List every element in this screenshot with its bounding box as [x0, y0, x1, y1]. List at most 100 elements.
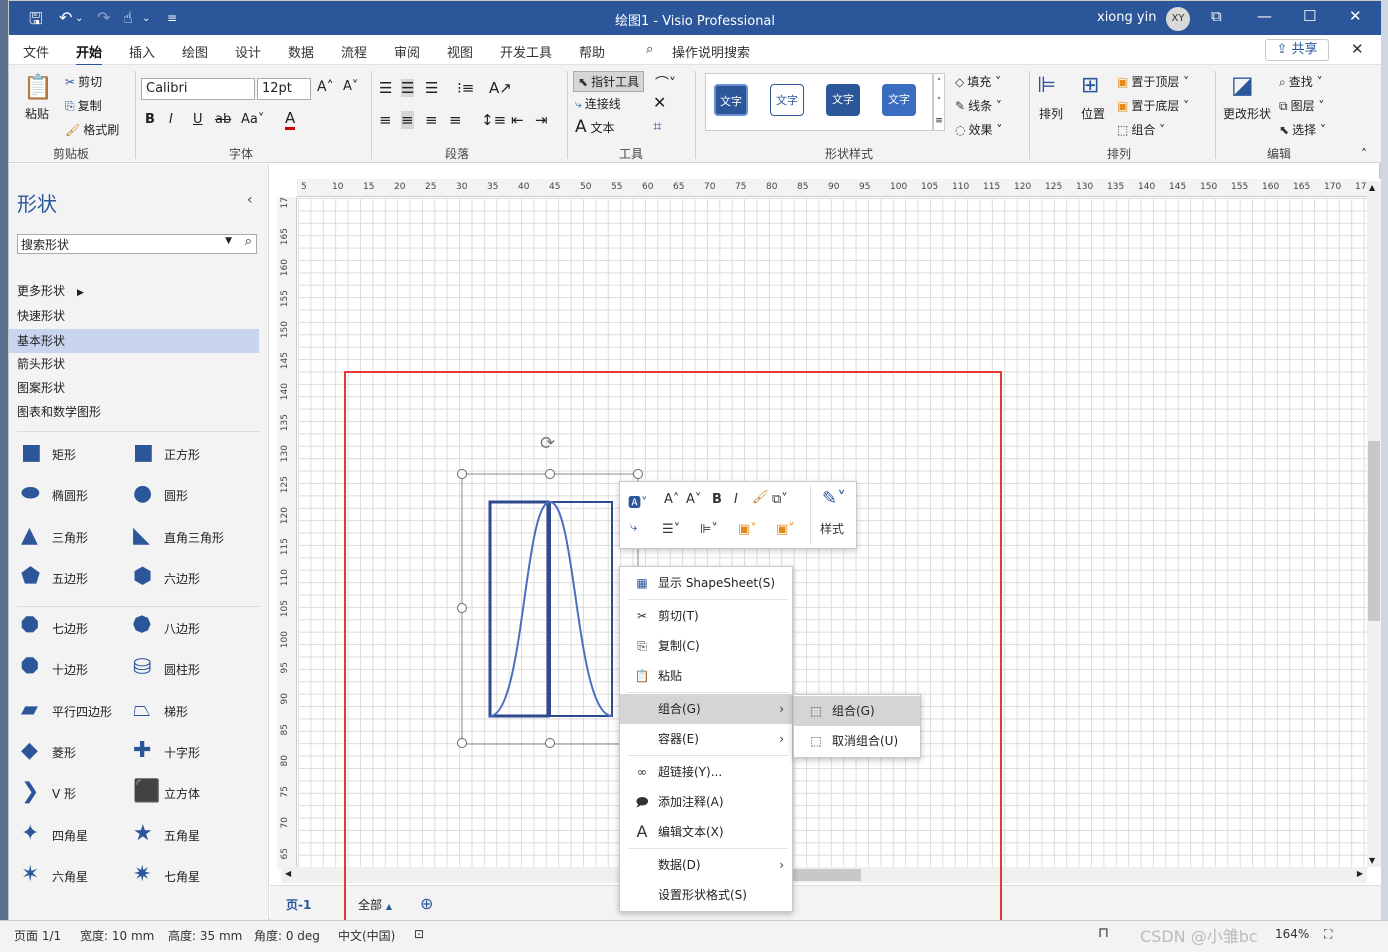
share-button[interactable]: ⇪ 共享: [1265, 39, 1329, 61]
presentation-mode-icon[interactable]: ⊓: [1098, 925, 1109, 941]
search-icon[interactable]: ⌕: [245, 234, 252, 249]
text-direction-icon[interactable]: A↗: [489, 79, 512, 97]
status-language[interactable]: 中文(中国): [338, 927, 395, 944]
line-button[interactable]: ✎ 线条 ˅: [955, 97, 1002, 114]
select-button[interactable]: ⬉ 选择 ˅: [1279, 121, 1326, 138]
category-chart-math-shapes[interactable]: 图表和数学图形: [9, 400, 259, 424]
underline-icon[interactable]: U: [193, 112, 203, 127]
arrange-button[interactable]: 排列: [1039, 105, 1063, 122]
shape-square[interactable]: 正方形: [164, 446, 200, 463]
connection-point-icon[interactable]: ⌒˅: [655, 73, 676, 93]
shape-seven-point-star[interactable]: 七角星: [164, 868, 200, 885]
category-basic-shapes[interactable]: 基本形状: [9, 329, 259, 353]
shape-diamond[interactable]: 菱形: [52, 744, 76, 761]
text-tool-button[interactable]: A 文本: [575, 117, 614, 137]
tab-review[interactable]: 审阅: [394, 42, 420, 61]
shape-four-point-star[interactable]: 四角星: [52, 827, 88, 844]
shape-cylinder[interactable]: 圆柱形: [164, 661, 200, 678]
align-top-icon[interactable]: ☰: [379, 79, 392, 97]
grow-font-icon[interactable]: A˄: [317, 79, 334, 95]
tab-draw[interactable]: 绘图: [182, 42, 208, 61]
shape-octagon[interactable]: 八边形: [164, 620, 200, 637]
align-left-icon[interactable]: ≡: [379, 111, 392, 129]
shape-cross[interactable]: 十字形: [164, 744, 200, 761]
shape-six-point-star[interactable]: 六角星: [52, 868, 88, 885]
decrease-indent-icon[interactable]: ⇤: [511, 111, 524, 129]
tab-process[interactable]: 流程: [341, 42, 367, 61]
shape-triangle[interactable]: 三角形: [52, 529, 88, 546]
shape-heptagon[interactable]: 七边形: [52, 620, 88, 637]
collapse-pane-icon[interactable]: ‹: [247, 192, 253, 208]
scroll-right-icon[interactable]: ▶: [1357, 869, 1363, 878]
minimize-icon[interactable]: —: [1257, 7, 1272, 25]
shape-circle[interactable]: 圆形: [164, 487, 188, 504]
vertical-scrollbar[interactable]: ▲ ▼: [1367, 181, 1381, 867]
tab-data[interactable]: 数据: [288, 42, 314, 61]
fill-button[interactable]: ◇ 填充 ˅: [955, 73, 1001, 90]
search-dropdown-icon[interactable]: ▼: [225, 236, 232, 246]
shape-search-input[interactable]: 搜索形状 ▼ ⌕: [17, 234, 257, 254]
tab-view[interactable]: 视图: [447, 42, 473, 61]
tab-file[interactable]: 文件: [23, 42, 49, 61]
collapse-ribbon-icon[interactable]: ˄: [1361, 147, 1367, 161]
align-bottom-icon[interactable]: ☰: [425, 79, 438, 97]
spacing-icon[interactable]: ↕≡: [481, 111, 506, 129]
shape-five-point-star[interactable]: 五角星: [164, 827, 200, 844]
category-arrow-shapes[interactable]: 箭头形状: [9, 352, 259, 376]
send-back-button[interactable]: ▣ 置于底层 ˅: [1117, 97, 1189, 114]
copy-button[interactable]: ⎘ 复制: [65, 97, 102, 114]
fit-page-icon[interactable]: ⛶: [1324, 927, 1332, 942]
shape-v-shape[interactable]: V 形: [52, 785, 76, 802]
pointer-tool-button[interactable]: ⬉ 指针工具: [573, 71, 645, 92]
italic-icon[interactable]: I: [169, 112, 173, 127]
align-center-icon[interactable]: ≡: [401, 111, 414, 129]
font-color-icon[interactable]: A: [285, 109, 296, 130]
align-shapes-icon[interactable]: ⊫: [1037, 73, 1056, 98]
cut-button[interactable]: ✂ 剪切: [65, 73, 102, 90]
connector-button[interactable]: ⤷ 连接线: [575, 95, 621, 112]
delete-x-icon[interactable]: ✕: [653, 93, 666, 112]
strikethrough-icon[interactable]: ab: [215, 112, 231, 127]
shape-pentagon[interactable]: 五边形: [52, 570, 88, 587]
tab-developer[interactable]: 开发工具: [500, 42, 552, 61]
group-button[interactable]: ⬚ 组合 ˅: [1117, 121, 1165, 138]
find-button[interactable]: ⌕ 查找 ˅: [1279, 73, 1323, 90]
shape-trapezoid[interactable]: 梯形: [164, 703, 188, 720]
zoom-level[interactable]: 164%: [1275, 927, 1309, 941]
paste-button[interactable]: 粘贴: [25, 105, 49, 122]
effect-button[interactable]: ◌ 效果 ˅: [955, 121, 1002, 138]
font-name-combo[interactable]: Calibri: [141, 78, 255, 100]
align-right-icon[interactable]: ≡: [425, 111, 438, 129]
close-ribbon-icon[interactable]: ✕: [1351, 40, 1364, 58]
maximize-icon[interactable]: ☐: [1303, 7, 1316, 25]
tab-design[interactable]: 设计: [235, 42, 261, 61]
category-more-shapes[interactable]: 更多形状 ▶: [9, 279, 259, 303]
shape-right-triangle[interactable]: 直角三角形: [164, 529, 224, 546]
position-icon[interactable]: ⊞: [1081, 73, 1099, 98]
layers-button[interactable]: ⧉ 图层 ˅: [1279, 97, 1324, 114]
tab-insert[interactable]: 插入: [129, 42, 155, 61]
tab-home[interactable]: 开始: [76, 42, 103, 67]
font-size-combo[interactable]: 12pt: [257, 78, 311, 100]
paste-icon[interactable]: 📋: [23, 73, 53, 103]
status-page[interactable]: 页面 1/1: [14, 927, 61, 944]
scroll-thumb[interactable]: [1368, 441, 1380, 621]
shape-rectangle[interactable]: 矩形: [52, 446, 76, 463]
tell-me-search[interactable]: 操作说明搜索: [672, 42, 750, 61]
style-option-2[interactable]: 文字: [770, 84, 804, 116]
avatar[interactable]: XY: [1166, 7, 1190, 31]
align-middle-icon[interactable]: ☰: [401, 79, 415, 97]
scroll-down-icon[interactable]: ▼: [1369, 856, 1375, 865]
style-option-1[interactable]: 文字: [714, 84, 748, 116]
style-option-4[interactable]: 文字: [882, 84, 916, 116]
bold-icon[interactable]: B: [145, 112, 155, 127]
user-name[interactable]: xiong yin: [1097, 10, 1156, 25]
bring-front-button[interactable]: ▣ 置于顶层 ˅: [1117, 73, 1189, 90]
position-button[interactable]: 位置: [1081, 105, 1105, 122]
category-quick-shapes[interactable]: 快速形状: [9, 304, 259, 328]
page-tab[interactable]: 页-1: [286, 896, 311, 913]
increase-indent-icon[interactable]: ⇥: [535, 111, 548, 129]
macro-icon[interactable]: ⊡: [414, 927, 424, 941]
case-icon[interactable]: Aa˅: [241, 112, 264, 127]
tab-help[interactable]: 帮助: [579, 42, 605, 61]
